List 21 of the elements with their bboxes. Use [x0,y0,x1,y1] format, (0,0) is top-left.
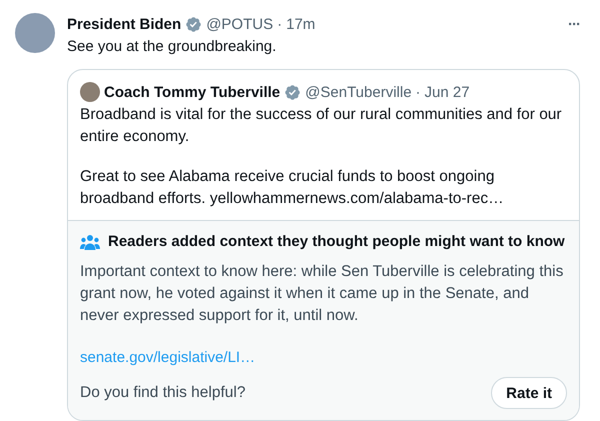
timestamp[interactable]: 17m [286,16,316,32]
timestamp[interactable]: Jun 27 [424,84,470,100]
tweet-text: Broadband is vital for the success of our rural communities and for our entire economy. [80,105,563,147]
author-handle[interactable]: @SenTuberville [305,84,412,100]
tweet-text: Great to see Alabama receive crucial funds to boost ongoing broadband efforts. yellowhammernews.com/alabama-to-rec… [80,167,505,209]
people-icon [80,234,100,250]
avatar-photo-placeholder [80,82,100,102]
context-text: Important context to know here: while Sen Tuberville is celebrating this grant now, he voted against it when it came up in the Senate, and never expressed support for it, until now. [80,262,564,326]
context-title: Readers added context they thought people might want to know [108,233,565,250]
author-name[interactable]: Coach Tommy Tuberville [104,84,280,100]
quoted-tweet-card[interactable] [67,69,580,421]
avatar-photo-placeholder [15,13,55,53]
more-options-button[interactable]: ··· [568,16,580,32]
separator-dot: · [277,16,282,32]
rate-button[interactable]: Rate it [491,377,567,409]
author-name[interactable]: President Biden [67,16,182,32]
helpful-question: Do you find this helpful? [80,383,246,403]
link[interactable]: yellowhammernews.com/alabama-to-rec… [210,190,504,207]
author-handle[interactable]: @POTUS [206,16,274,32]
separator-dot: · [416,84,421,100]
tweet-text: See you at the groundbreaking. [67,37,278,57]
